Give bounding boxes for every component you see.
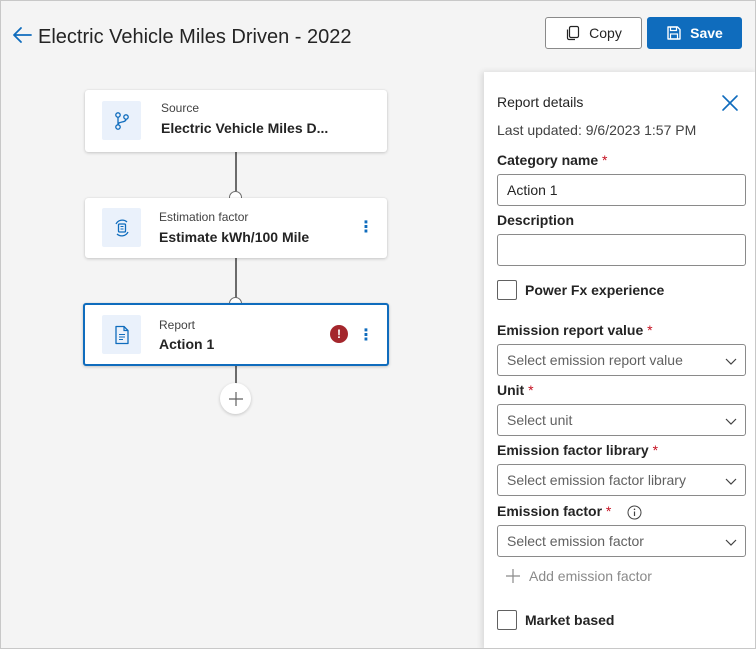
emission-factor-library-placeholder: Select emission factor library (507, 472, 686, 488)
document-icon (114, 325, 129, 344)
power-fx-checkbox-row[interactable]: Power Fx experience (497, 280, 664, 300)
market-based-checkbox[interactable] (497, 610, 517, 630)
estimation-icon-box (102, 208, 141, 247)
estimation-name: Estimate kWh/100 Mile (159, 229, 310, 245)
add-emission-factor-button[interactable]: Add emission factor (505, 568, 652, 584)
emission-factor-select[interactable]: Select emission factor (497, 525, 746, 557)
description-label: Description (497, 212, 575, 228)
copy-button-label: Copy (589, 25, 622, 41)
emission-report-value-label: Emission report value * (497, 322, 653, 338)
chevron-down-icon (725, 539, 737, 546)
unit-placeholder: Select unit (507, 412, 573, 428)
more-options-icon[interactable]: ⋮ (358, 326, 374, 346)
branch-icon (114, 111, 129, 130)
unit-label: Unit * (497, 382, 534, 398)
emission-factor-label-text: Emission factor (497, 503, 603, 519)
category-name-label-text: Category name (497, 152, 599, 168)
category-name-label: Category name * (497, 152, 608, 168)
estimation-icon (114, 219, 129, 236)
app-window: Electric Vehicle Miles Driven - 2022 Cop… (0, 0, 756, 649)
report-type-label: Report (159, 318, 196, 332)
emission-factor-label: Emission factor * (497, 503, 697, 520)
copy-button[interactable]: Copy (545, 17, 642, 49)
connector-line (235, 365, 237, 385)
save-button[interactable]: Save (647, 17, 742, 49)
emission-factor-library-label-text: Emission factor library (497, 442, 649, 458)
chevron-down-icon (725, 358, 737, 365)
category-name-input[interactable] (497, 174, 746, 206)
save-icon (667, 26, 681, 40)
emission-factor-library-label: Emission factor library * (497, 442, 658, 458)
plus-icon (228, 391, 243, 406)
last-updated-text: Last updated: 9/6/2023 1:57 PM (497, 122, 697, 138)
required-mark: * (652, 442, 659, 458)
error-icon: ! (330, 325, 348, 343)
plus-icon (506, 569, 520, 583)
chevron-down-icon (725, 478, 737, 485)
chevron-down-icon (725, 418, 737, 425)
source-type-label: Source (161, 101, 200, 115)
info-icon[interactable] (627, 505, 642, 520)
back-arrow-icon[interactable] (11, 25, 33, 45)
emission-report-value-placeholder: Select emission report value (507, 352, 683, 368)
estimation-factor-card[interactable]: Estimation factor Estimate kWh/100 Mile … (85, 198, 387, 258)
save-button-label: Save (690, 25, 723, 41)
estimation-type-label: Estimation factor (159, 210, 249, 224)
unit-label-text: Unit (497, 382, 525, 398)
copy-icon (567, 25, 580, 41)
source-name: Electric Vehicle Miles D... (161, 120, 329, 136)
source-card[interactable]: Source Electric Vehicle Miles D... (85, 90, 387, 152)
required-mark: * (605, 503, 612, 519)
emission-report-value-select[interactable]: Select emission report value (497, 344, 746, 376)
required-mark: * (602, 152, 608, 168)
required-mark: * (528, 382, 534, 398)
connector-line (235, 152, 237, 191)
page-title: Electric Vehicle Miles Driven - 2022 (38, 26, 352, 48)
emission-factor-library-select[interactable]: Select emission factor library (497, 464, 746, 496)
power-fx-checkbox[interactable] (497, 280, 517, 300)
report-icon-box (102, 315, 141, 354)
more-options-icon[interactable]: ⋮ (358, 218, 374, 238)
unit-select[interactable]: Select unit (497, 404, 746, 436)
add-emission-factor-label: Add emission factor (529, 568, 652, 584)
connector-line (235, 258, 237, 298)
description-input[interactable] (497, 234, 746, 266)
close-icon[interactable] (721, 94, 739, 112)
market-based-label: Market based (525, 612, 615, 628)
source-icon-box (102, 101, 141, 140)
emission-factor-placeholder: Select emission factor (507, 533, 644, 549)
report-details-panel: Report details Last updated: 9/6/2023 1:… (484, 72, 755, 648)
panel-title: Report details (497, 94, 584, 110)
market-based-checkbox-row[interactable]: Market based (497, 610, 614, 630)
emission-report-value-label-text: Emission report value (497, 322, 644, 338)
report-name: Action 1 (159, 336, 215, 352)
required-mark: * (647, 322, 653, 338)
add-step-button[interactable] (220, 383, 251, 414)
power-fx-label: Power Fx experience (525, 282, 665, 298)
